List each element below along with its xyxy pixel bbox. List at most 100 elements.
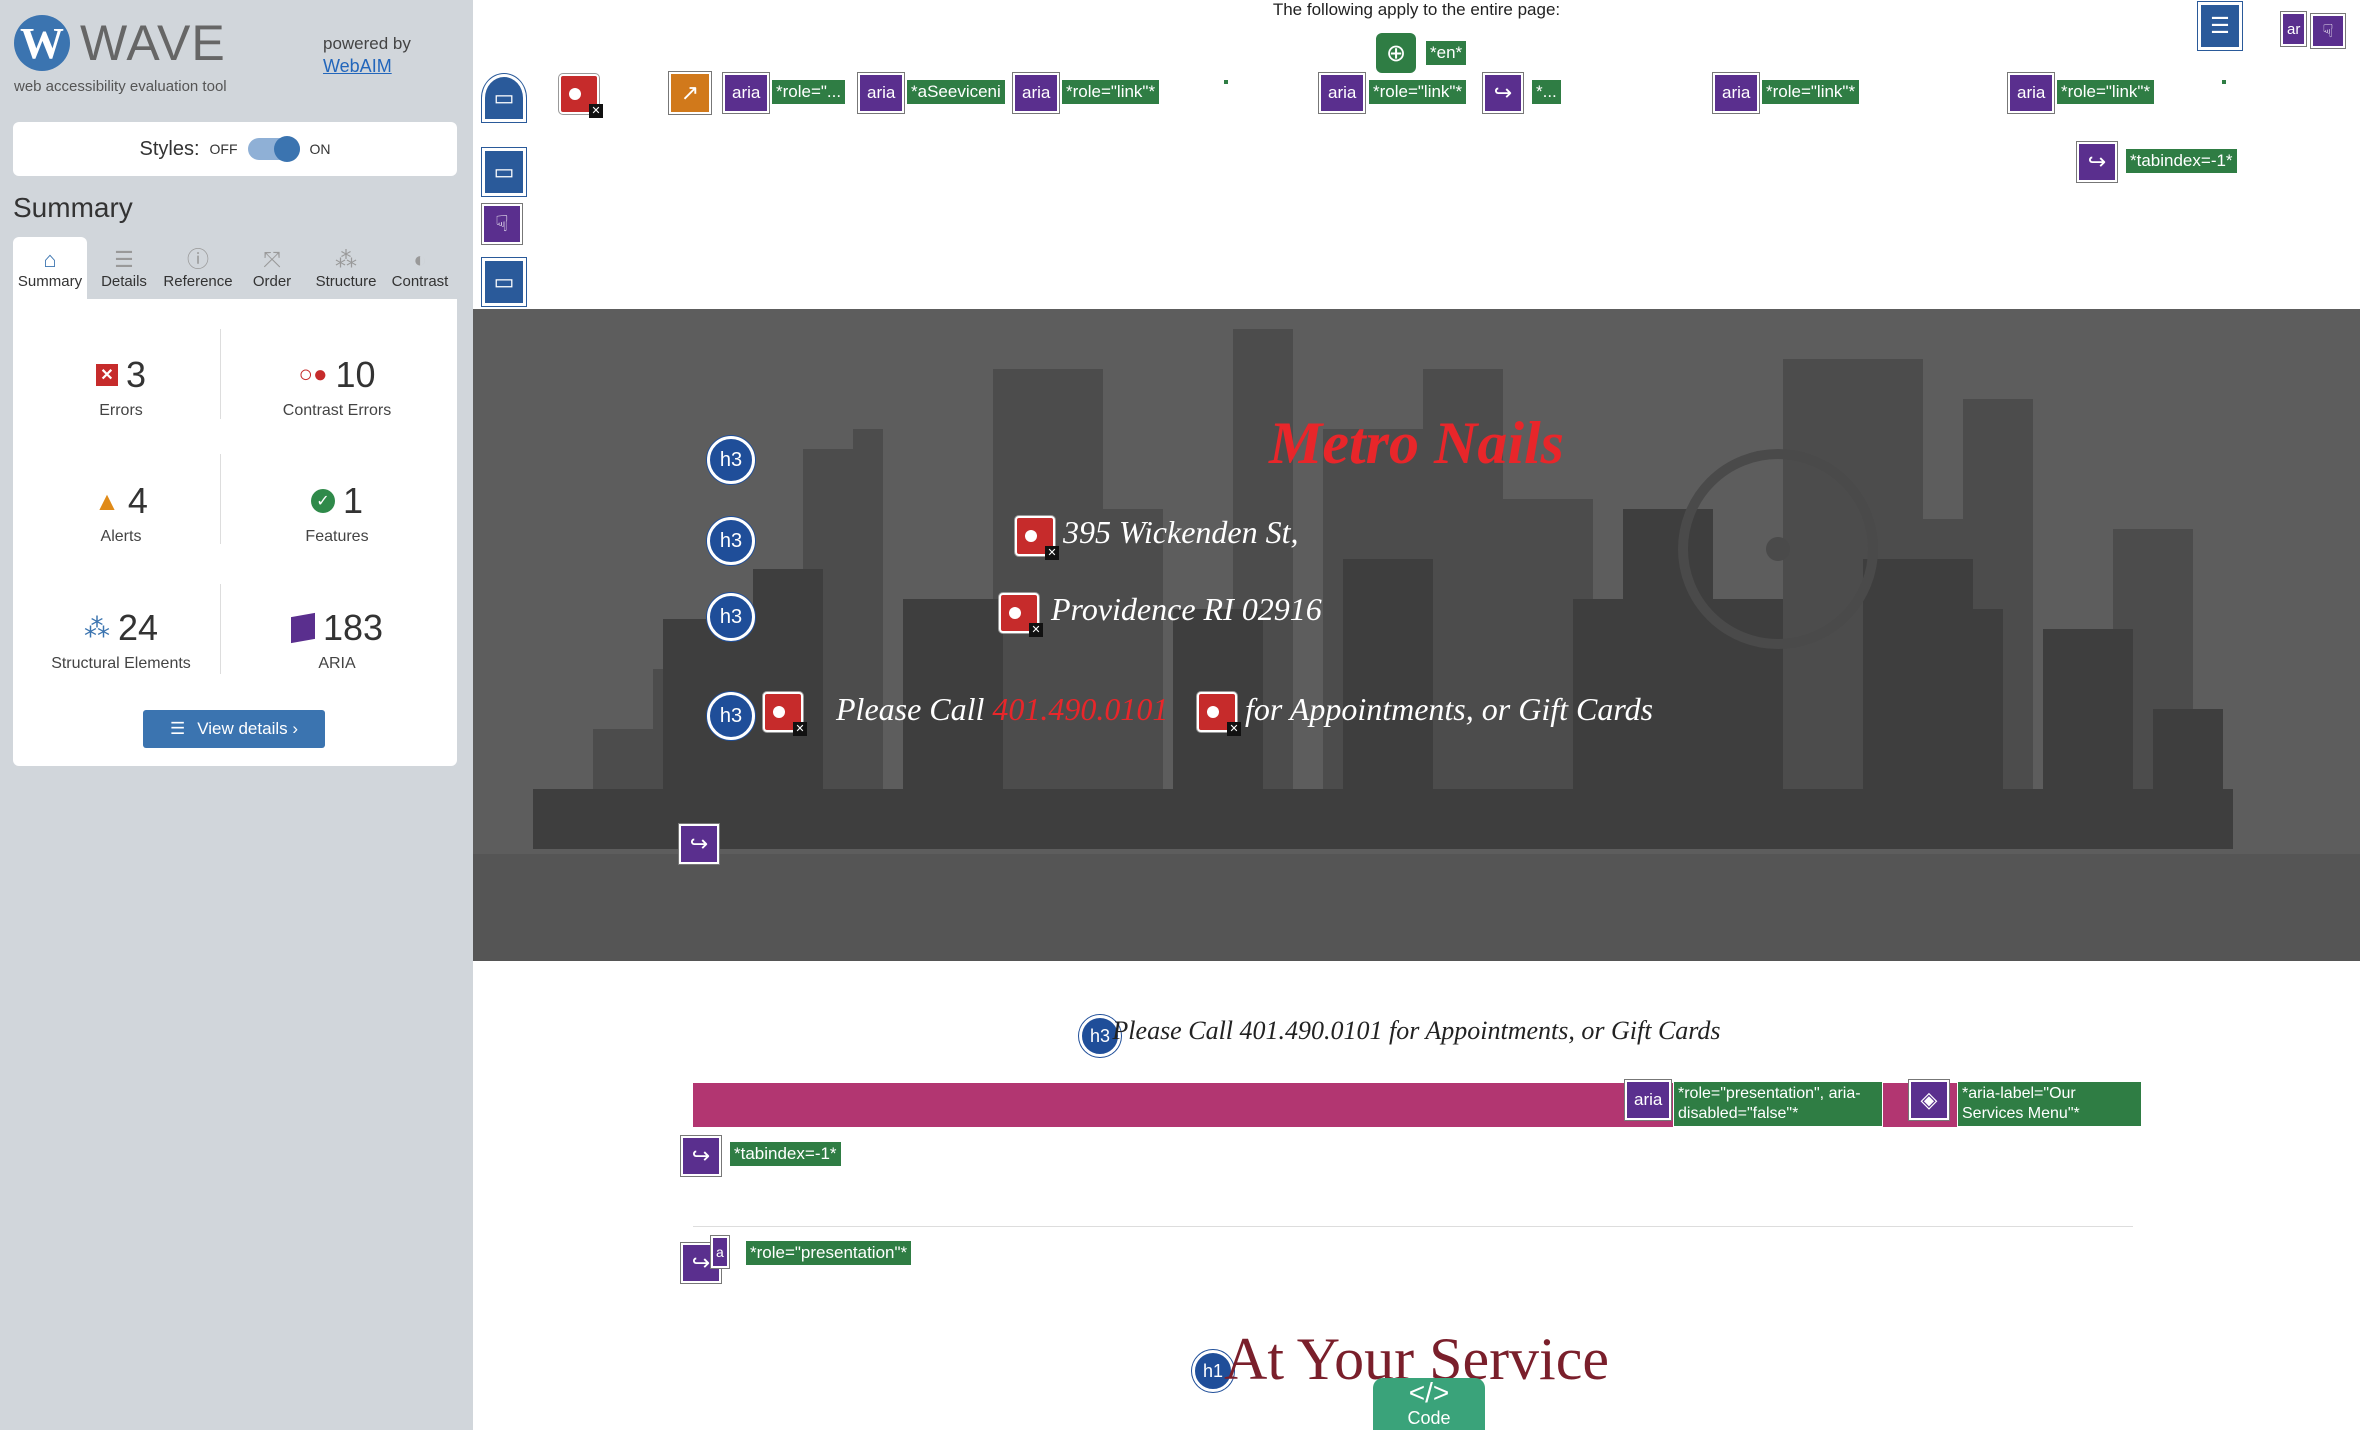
region-landmark-icon[interactable]: ▭: [482, 148, 526, 196]
business-title: Metro Nails: [1268, 410, 1565, 476]
code-icon: </>: [1408, 1377, 1450, 1408]
aria-icon: [290, 612, 315, 644]
tabindex-icon[interactable]: ↪: [1483, 73, 1523, 113]
heading-h3-badge[interactable]: h3: [707, 692, 755, 740]
stat-contrast-errors[interactable]: ○● 10 Contrast Errors: [237, 354, 437, 420]
tabindex-icon[interactable]: ↪: [679, 824, 719, 864]
role-link-tag: *role="link"*: [1761, 79, 1861, 105]
header-landmark-icon[interactable]: ▭: [482, 74, 526, 122]
errors-label: Errors: [99, 402, 143, 419]
list-icon: ☰: [114, 246, 134, 272]
aria-badge[interactable]: aria: [1013, 73, 1060, 113]
features-count: 1: [342, 480, 364, 521]
aria-badge[interactable]: a: [711, 1236, 729, 1268]
feature-icon: ✓: [310, 489, 335, 513]
toggle-knob: [273, 136, 300, 162]
styles-toggle[interactable]: [247, 136, 300, 162]
contrast-errors-count: 10: [335, 354, 376, 395]
styles-off-label: OFF: [209, 141, 238, 157]
code-panel-toggle[interactable]: </> Code: [1373, 1378, 1485, 1430]
styles-toggle-panel: Styles: OFF ON: [13, 122, 457, 176]
tab-label: Reference: [163, 272, 233, 290]
alerts-count: 4: [127, 480, 148, 521]
hero-banner: Metro Nails 395 Wickenden St, Providence…: [473, 309, 2360, 961]
role-tag: *role="...: [771, 79, 847, 105]
error-x-icon: ✕: [1227, 722, 1241, 736]
info-icon: ⓘ: [186, 246, 209, 272]
heading-h3-badge[interactable]: h3: [707, 593, 755, 641]
stat-aria[interactable]: 183 ARIA: [237, 607, 437, 673]
wave-logo-icon: W: [14, 15, 70, 71]
lang-tag: *en*: [1425, 40, 1468, 66]
aria-label-icon[interactable]: ◈: [1909, 1080, 1949, 1120]
contrast-error-badge[interactable]: ✕: [763, 692, 807, 736]
aria-label-tag: *aria-label="Our Services Menu"*: [1957, 1081, 2142, 1127]
address-line-2: Providence RI 02916: [1051, 591, 1322, 627]
home-icon: ⌂: [43, 246, 57, 272]
navigation-landmark-icon[interactable]: ☰: [2198, 2, 2242, 50]
view-details-button[interactable]: ☰ View details ›: [143, 710, 325, 748]
styles-label: Styles:: [139, 137, 200, 160]
wave-logo-text: WAVE: [80, 15, 226, 71]
aria-menu-icon[interactable]: ☟: [482, 204, 522, 244]
region-landmark-icon[interactable]: ▭: [482, 258, 526, 306]
tabindex-tag: *tabindex=-1*: [729, 1141, 842, 1167]
tab-order[interactable]: ⤧ Order: [235, 237, 309, 299]
aria-badge[interactable]: aria: [858, 73, 905, 113]
ellipsis-tag: *...: [1531, 79, 1562, 105]
tabindex-tag: *tabindex=-1*: [2125, 148, 2238, 174]
errors-count: 3: [125, 354, 147, 395]
aria-badge[interactable]: aria: [1319, 73, 1366, 113]
tab-label: Structure: [315, 272, 377, 290]
role-presentation-tag: *role="presentation", aria-disabled="fal…: [1673, 1081, 1883, 1127]
structural-count: 24: [117, 607, 159, 648]
tab-label: Details: [101, 272, 147, 290]
tab-contrast[interactable]: ◐ Contrast: [383, 237, 457, 299]
call-line: Please Call 401.490.0101 for Appointment…: [1112, 1016, 1721, 1045]
aria-menu-icon[interactable]: ☟: [2311, 14, 2345, 48]
sidebar-tabs: ⌂ Summary ☰ Details ⓘ Reference ⤧ Order …: [13, 237, 457, 299]
role-link-tag: *role="link"*: [2056, 79, 2156, 105]
contrast-error-badge[interactable]: ✕: [1197, 692, 1241, 736]
role-presentation-tag: *role="presentation"*: [745, 1240, 913, 1266]
heading-h3-badge[interactable]: h3: [707, 436, 755, 484]
features-label: Features: [305, 528, 369, 545]
tab-summary[interactable]: ⌂ Summary: [13, 237, 87, 299]
code-label: Code: [1407, 1408, 1451, 1428]
contrast-error-badge[interactable]: ✕: [1015, 516, 1059, 560]
powered-by-text: powered by: [323, 34, 411, 53]
phone-number[interactable]: 401.490.0101: [992, 691, 1168, 727]
aria-badge[interactable]: ar: [2281, 12, 2307, 46]
alert-link-icon[interactable]: ↗: [669, 72, 711, 114]
contrast-errors-label: Contrast Errors: [282, 402, 392, 419]
contrast-error-badge[interactable]: ✕: [999, 593, 1043, 637]
stat-errors[interactable]: ✕ 3 Errors: [21, 354, 221, 420]
address-line-1: 395 Wickenden St,: [1063, 514, 1299, 550]
stat-features[interactable]: ✓ 1 Features: [237, 480, 437, 546]
contrast-icon: ◐: [413, 246, 427, 272]
error-x-icon: ✕: [1045, 546, 1059, 560]
tab-structure[interactable]: ⁂ Structure: [309, 237, 383, 299]
stat-structural[interactable]: ⁂ 24 Structural Elements: [21, 607, 221, 673]
aria-badge[interactable]: aria: [723, 73, 770, 113]
list-icon: ☰: [169, 719, 186, 738]
role-link-tag: *role="link"*: [1368, 79, 1468, 105]
aria-badge[interactable]: aria: [1713, 73, 1760, 113]
summary-panel: ✕ 3 Errors ○● 10 Contrast Errors ▲ 4 Alerts…: [13, 299, 457, 766]
aria-badge[interactable]: aria: [1625, 1080, 1672, 1120]
tab-reference[interactable]: ⓘ Reference: [161, 237, 235, 299]
tabindex-icon[interactable]: ↪: [2077, 142, 2117, 182]
error-icon: ✕: [95, 364, 118, 386]
heading-h3-badge[interactable]: h3: [707, 517, 755, 565]
wave-logo[interactable]: W WAVE: [14, 14, 226, 72]
stat-alerts[interactable]: ▲ 4 Alerts: [21, 480, 221, 546]
aria-badge[interactable]: aria: [2008, 73, 2055, 113]
logo-subtitle: web accessibility evaluation tool: [14, 78, 227, 95]
structural-label: Structural Elements: [51, 655, 191, 672]
tab-details[interactable]: ☰ Details: [87, 237, 161, 299]
error-badge[interactable]: ✕: [559, 74, 603, 118]
webaim-link[interactable]: WebAIM: [323, 56, 392, 77]
language-icon[interactable]: ⊕: [1376, 33, 1416, 73]
tabindex-icon[interactable]: ↪: [681, 1136, 721, 1176]
page-preview: The following apply to the entire page: …: [473, 0, 2360, 1430]
